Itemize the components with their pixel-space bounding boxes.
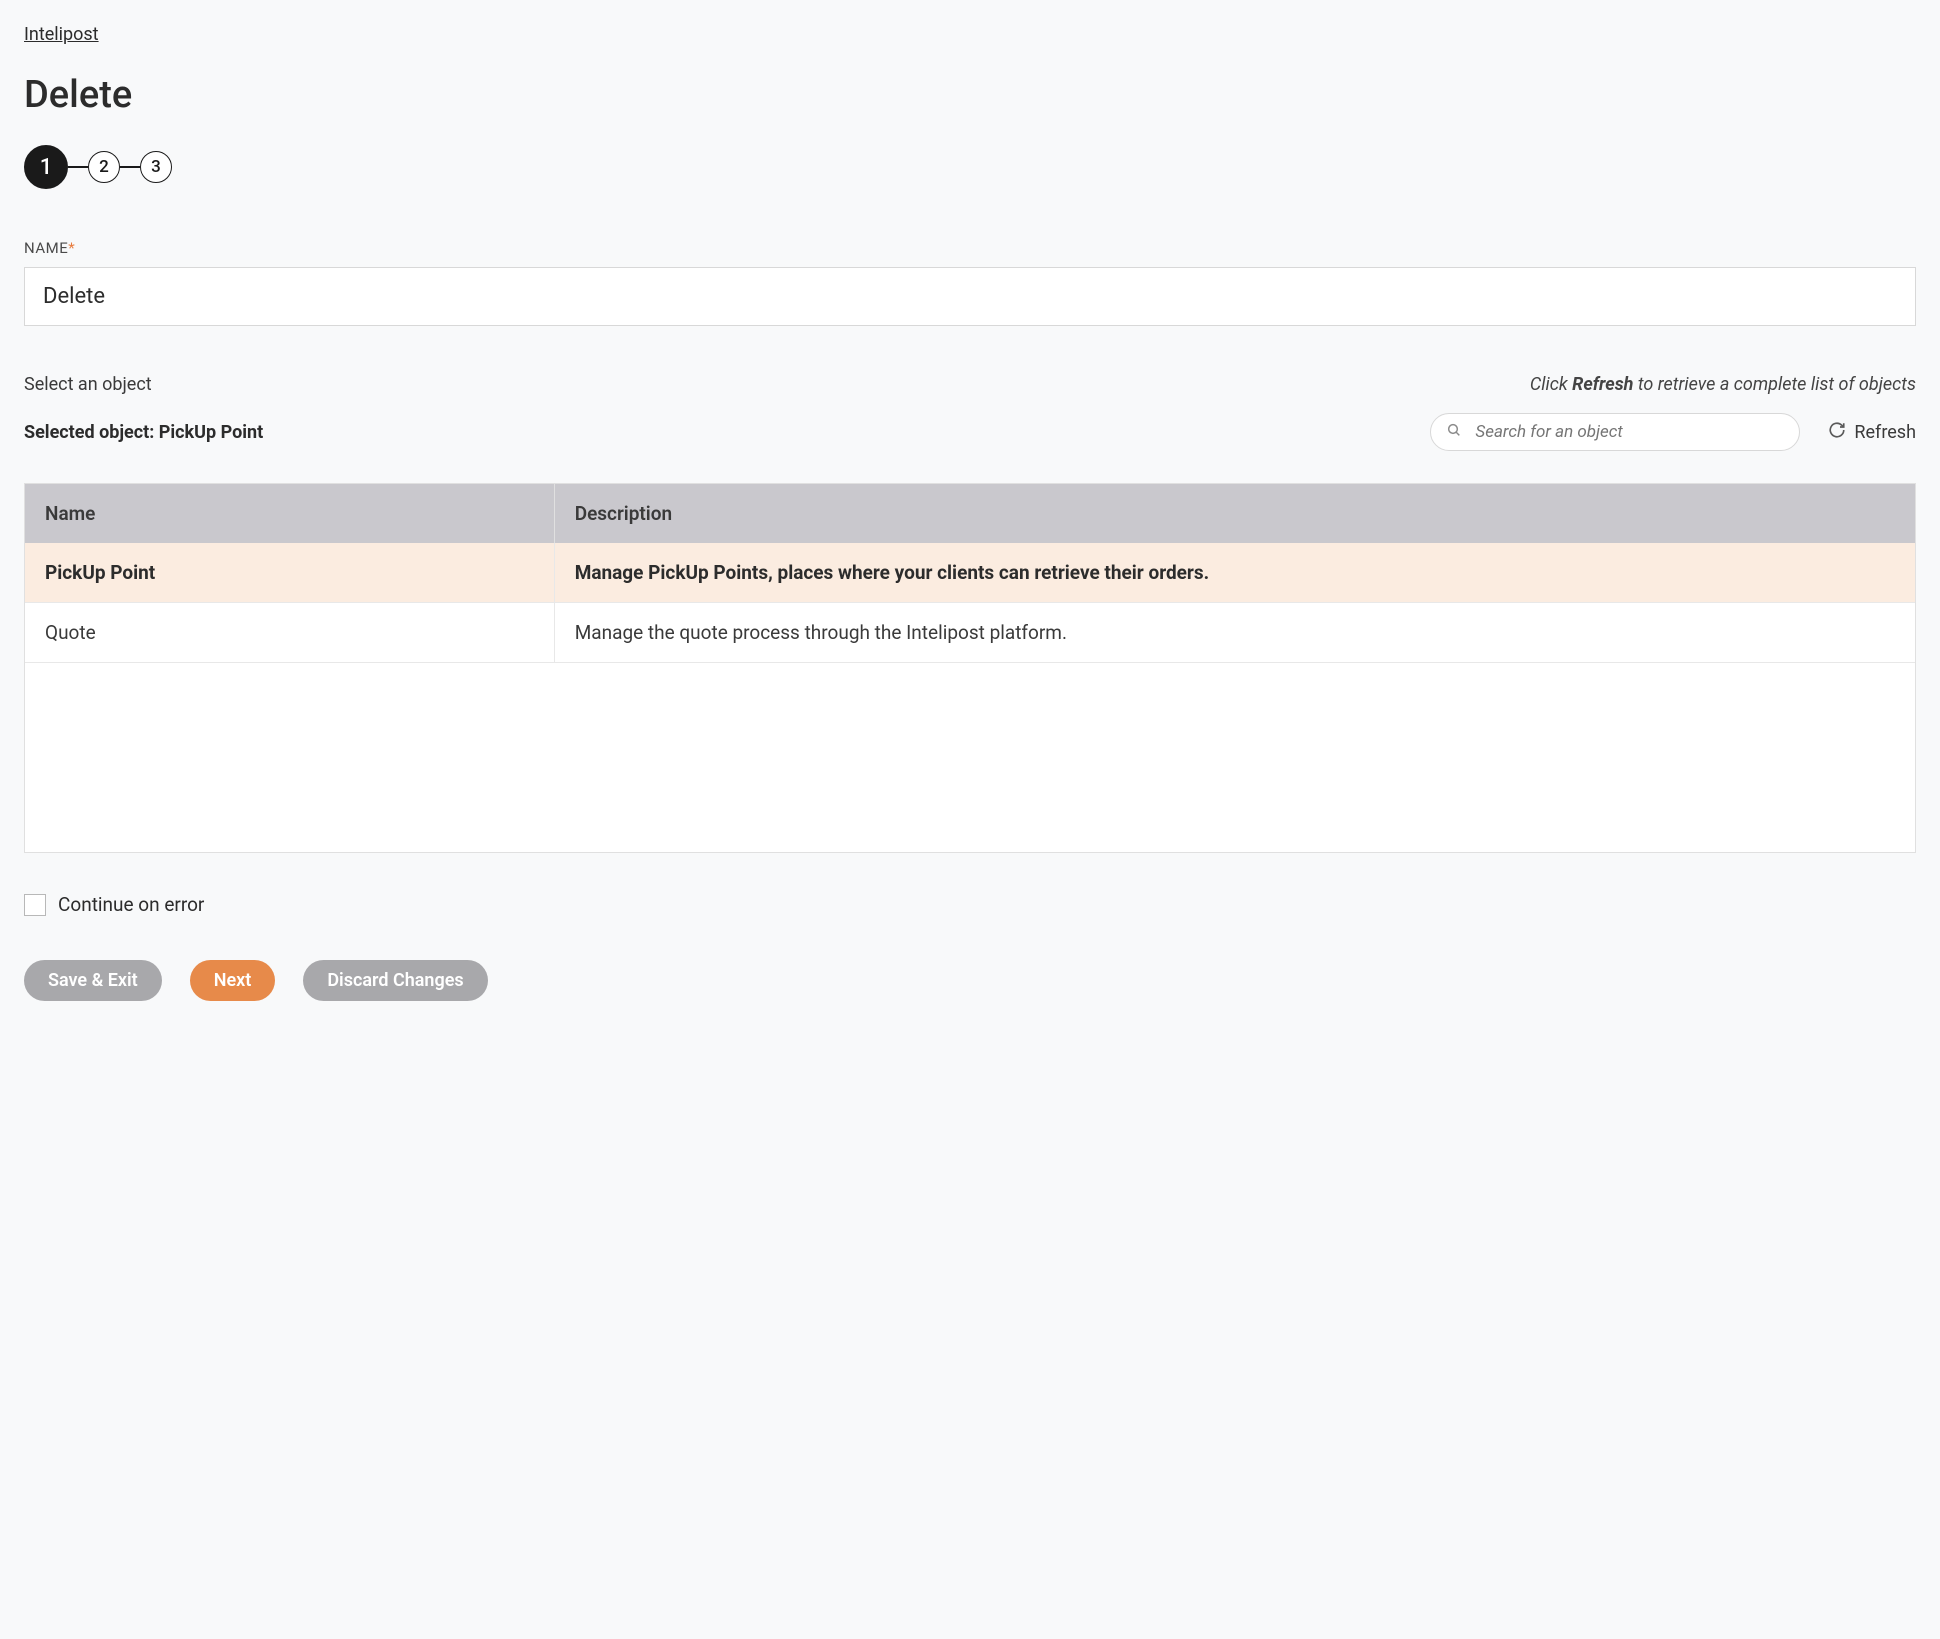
search-input[interactable] <box>1430 413 1800 451</box>
discard-changes-button[interactable]: Discard Changes <box>303 960 487 1001</box>
name-field-label: NAME* <box>24 239 1916 257</box>
save-exit-button[interactable]: Save & Exit <box>24 960 162 1001</box>
refresh-button-label: Refresh <box>1854 422 1916 443</box>
step-3[interactable]: 3 <box>140 151 172 183</box>
required-star: * <box>68 239 75 257</box>
stepper: 1 2 3 <box>24 145 1916 189</box>
object-table: Name Description PickUp PointManage Pick… <box>24 483 1916 853</box>
continue-on-error-label: Continue on error <box>58 893 204 916</box>
step-connector <box>68 166 88 168</box>
breadcrumb: Intelipost <box>24 24 1916 45</box>
col-header-description[interactable]: Description <box>554 484 1915 543</box>
refresh-button[interactable]: Refresh <box>1820 417 1916 448</box>
step-1[interactable]: 1 <box>24 145 68 189</box>
step-2[interactable]: 2 <box>88 151 120 183</box>
step-connector <box>120 166 140 168</box>
cell-description: Manage PickUp Points, places where your … <box>554 543 1915 603</box>
selected-object-label: Selected object: PickUp Point <box>24 422 1410 443</box>
cell-name: PickUp Point <box>25 543 554 603</box>
table-row[interactable]: PickUp PointManage PickUp Points, places… <box>25 543 1915 603</box>
col-header-name[interactable]: Name <box>25 484 554 543</box>
next-button[interactable]: Next <box>190 960 276 1001</box>
select-object-label: Select an object <box>24 374 152 395</box>
name-input[interactable] <box>24 267 1916 326</box>
continue-on-error-checkbox[interactable] <box>24 894 46 916</box>
refresh-icon <box>1828 421 1846 444</box>
cell-description: Manage the quote process through the Int… <box>554 603 1915 663</box>
cell-name: Quote <box>25 603 554 663</box>
breadcrumb-link-intelipost[interactable]: Intelipost <box>24 24 99 45</box>
page-title: Delete <box>24 73 1916 117</box>
refresh-hint: Click Refresh to retrieve a complete lis… <box>1530 374 1916 395</box>
table-row[interactable]: QuoteManage the quote process through th… <box>25 603 1915 663</box>
search-icon <box>1446 422 1462 442</box>
